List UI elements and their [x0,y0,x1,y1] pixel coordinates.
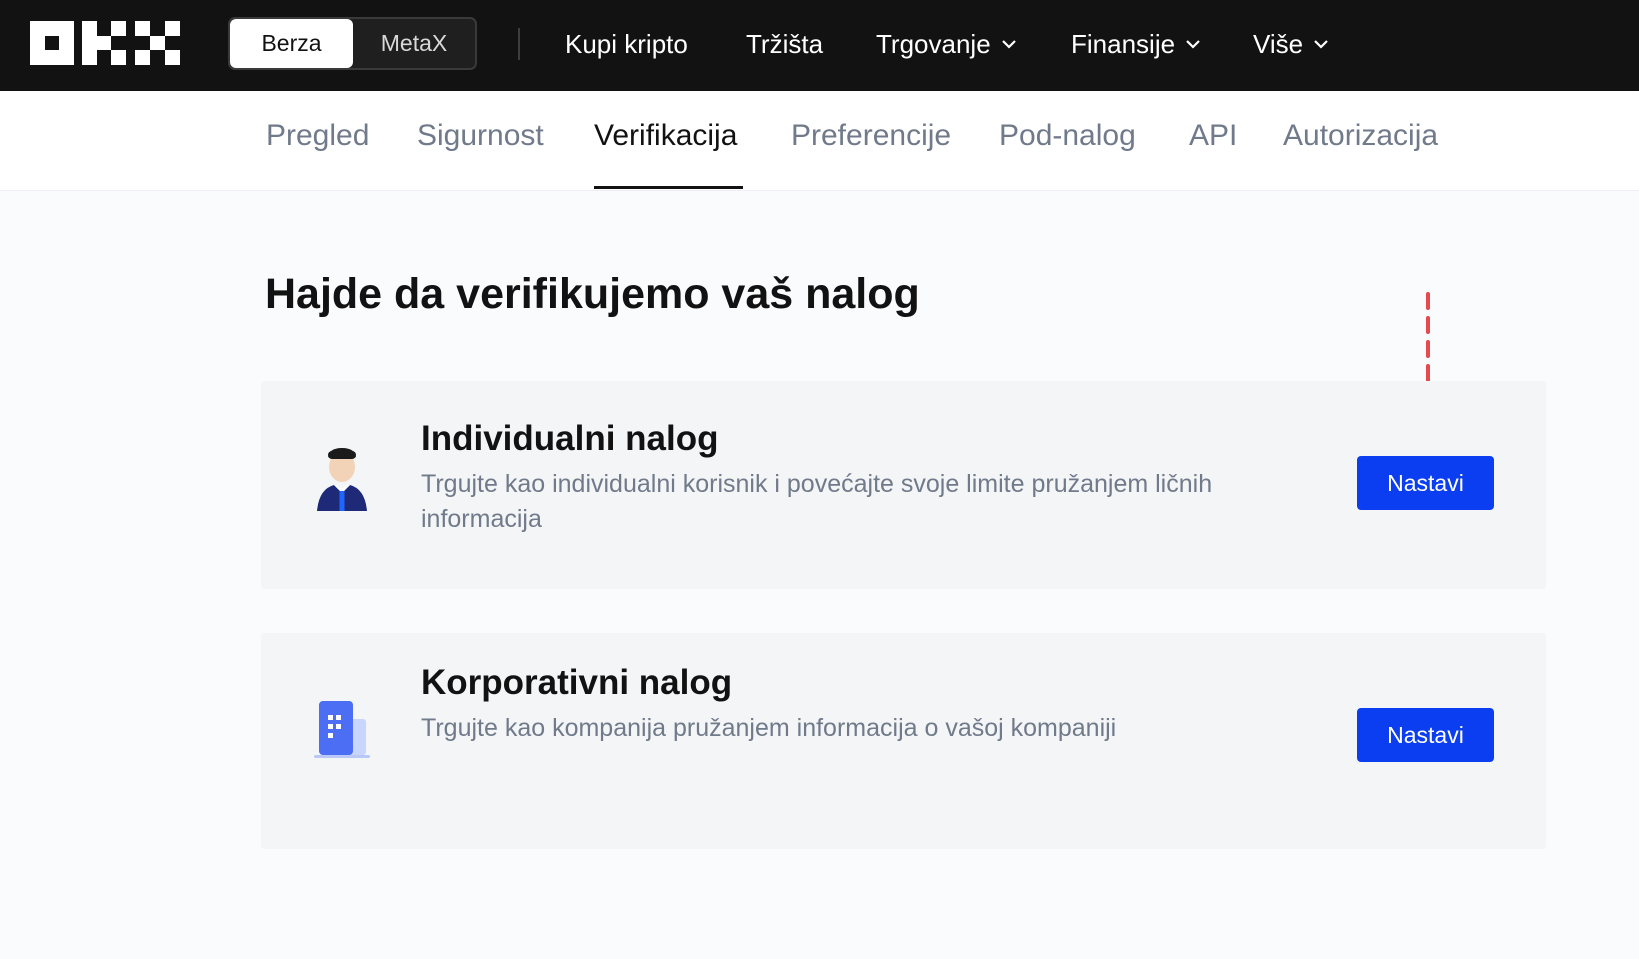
card-description: Trgujte kao kompanija pružanjem informac… [421,714,1117,742]
individual-account-card: Individualni nalog Trgujte kao individua… [261,381,1546,589]
card-title: Korporativni nalog [421,663,733,702]
building-icon [314,701,370,758]
chevron-down-icon [1186,40,1200,49]
top-navigation-bar: Berza MetaX Kupi kripto Tržišta Trgovanj… [0,0,1639,91]
tab-pregled[interactable]: Pregled [266,119,369,153]
tab-autorizacija[interactable]: Autorizacija [1283,119,1438,153]
nav-kupi-kripto[interactable]: Kupi kripto [565,26,688,62]
tab-sigurnost[interactable]: Sigurnost [417,119,544,153]
nav-finansije[interactable]: Finansije [1071,26,1201,62]
account-tabs: Pregled Sigurnost Verifikacija Preferenc… [0,91,1639,191]
nav-label: Kupi kripto [565,28,688,59]
tab-pod-nalog[interactable]: Pod-nalog [999,119,1136,153]
active-tab-indicator [594,186,743,189]
corporate-account-card: Korporativni nalog Trgujte kao kompanija… [261,633,1546,849]
tab-preferencije[interactable]: Preferencije [791,119,951,153]
nav-vise[interactable]: Više [1253,26,1329,62]
chevron-down-icon [1314,40,1328,49]
corporate-continue-button[interactable]: Nastavi [1357,708,1494,762]
exchange-wallet-switch: Berza MetaX [228,17,477,70]
individual-continue-button[interactable]: Nastavi [1357,456,1494,510]
nav-label: Tržišta [746,28,824,59]
nav-trgovanje[interactable]: Trgovanje [876,26,1017,62]
tab-api[interactable]: API [1189,119,1237,153]
okx-logo[interactable] [30,21,180,65]
nav-trzista[interactable]: Tržišta [746,26,823,62]
metax-mode-button[interactable]: MetaX [353,19,475,68]
card-title: Individualni nalog [421,419,719,458]
page-title: Hajde da verifikujemo vaš nalog [265,270,920,318]
tab-verifikacija[interactable]: Verifikacija [594,119,737,153]
nav-label: Više [1253,28,1304,59]
nav-label: Trgovanje [876,28,991,59]
chevron-down-icon [1001,40,1016,49]
card-description: Trgujte kao individualni korisnik i pove… [421,470,1213,533]
berza-mode-button[interactable]: Berza [230,19,353,68]
nav-label: Finansije [1071,28,1176,59]
person-icon [317,448,367,511]
nav-divider [518,28,520,60]
